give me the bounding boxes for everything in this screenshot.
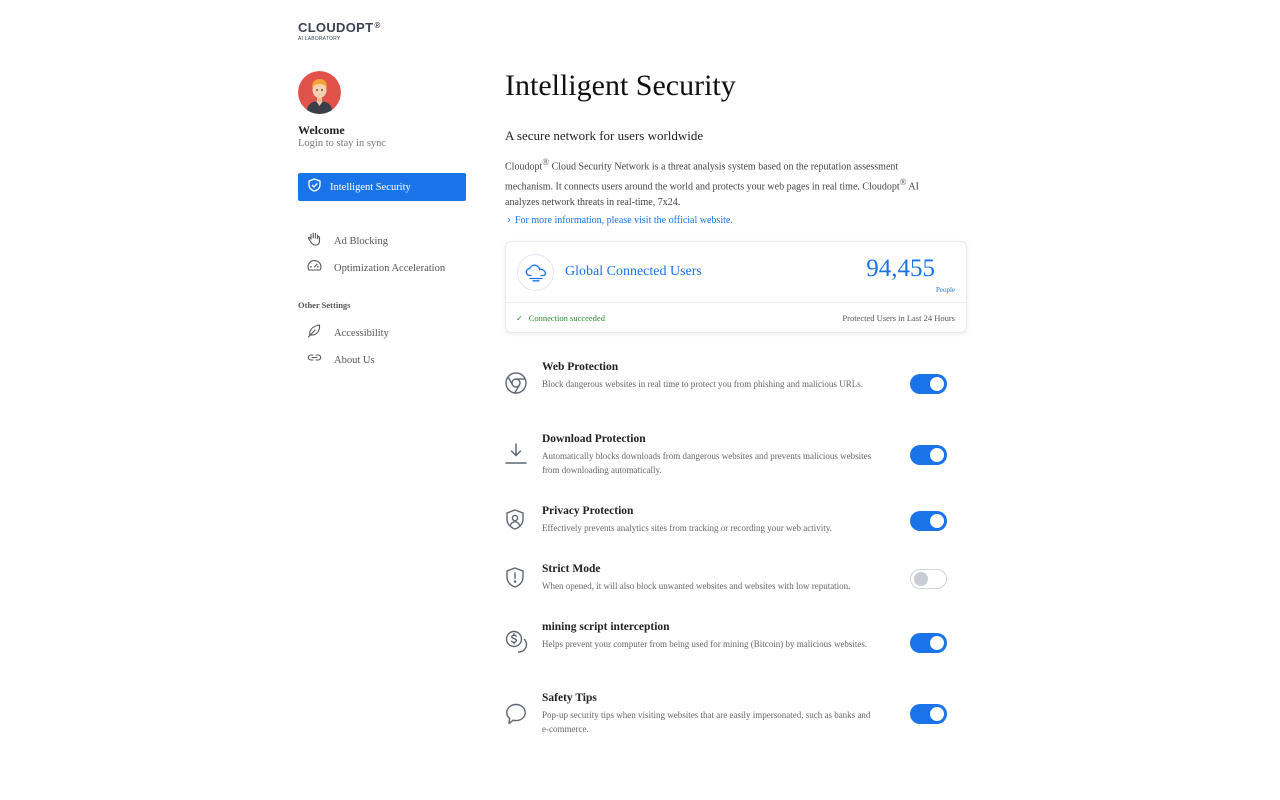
toggle-knob bbox=[930, 377, 944, 391]
toggle-knob bbox=[930, 707, 944, 721]
feature-description: When opened, it will also block unwanted… bbox=[542, 581, 851, 591]
card-footnote: Protected Users in Last 24 Hours bbox=[842, 313, 955, 323]
connection-status-text: Connection succeeded bbox=[528, 313, 605, 323]
toggle-knob bbox=[930, 636, 944, 650]
feature-description: Block dangerous websites in real time to… bbox=[542, 379, 863, 389]
sidebar-item-label: Accessibility bbox=[334, 327, 389, 339]
shield-check-icon bbox=[308, 177, 321, 197]
feature-description: Effectively prevents analytics sites fro… bbox=[542, 523, 832, 533]
connected-users-card: Global Connected Users 94,455 People ✓ C… bbox=[505, 241, 967, 333]
sidebar-item-about-us[interactable]: About Us bbox=[307, 350, 375, 370]
feature-title: Safety Tips bbox=[542, 692, 597, 704]
check-icon: ✓ bbox=[516, 313, 523, 323]
feature-strict-mode: Strict Mode When opened, it will also bl… bbox=[505, 563, 950, 599]
login-prompt[interactable]: Login to stay in sync bbox=[298, 138, 386, 149]
feature-description: Pop-up security tips when visiting websi… bbox=[542, 710, 871, 734]
hand-stop-icon bbox=[307, 231, 322, 251]
safety-tips-toggle[interactable] bbox=[910, 704, 947, 724]
download-icon bbox=[505, 443, 527, 465]
coins-icon bbox=[505, 630, 528, 653]
feature-web-protection: Web Protection Block dangerous websites … bbox=[505, 361, 950, 411]
feature-title: Download Protection bbox=[542, 433, 646, 445]
sidebar-item-optimization-acceleration[interactable]: Optimization Acceleration bbox=[307, 258, 445, 278]
mining-interception-toggle[interactable] bbox=[910, 633, 947, 653]
card-title: Global Connected Users bbox=[565, 264, 702, 279]
user-shield-icon bbox=[505, 509, 527, 531]
brand-logo: CLOUDOPT® AI LABORATORY bbox=[298, 20, 381, 42]
feature-description: Automatically blocks downloads from dang… bbox=[542, 451, 872, 475]
download-protection-toggle[interactable] bbox=[910, 445, 947, 465]
sidebar-item-label: Ad Blocking bbox=[334, 235, 388, 247]
page-title: Intelligent Security bbox=[505, 69, 736, 102]
official-website-link[interactable]: › For more information, please visit the… bbox=[507, 215, 733, 226]
toggle-knob bbox=[930, 514, 944, 528]
sidebar-item-intelligent-security[interactable]: Intelligent Security bbox=[298, 173, 466, 201]
toggle-knob bbox=[930, 448, 944, 462]
card-divider bbox=[506, 302, 966, 303]
feature-title: Privacy Protection bbox=[542, 505, 634, 517]
feature-title: mining script interception bbox=[542, 621, 670, 633]
feature-safety-tips: Safety Tips Pop-up security tips when vi… bbox=[505, 692, 950, 742]
brand-tagline: AI LABORATORY bbox=[298, 36, 341, 42]
sidebar-item-label: Intelligent Security bbox=[330, 181, 411, 193]
feature-mining-script-interception: mining script interception Helps prevent… bbox=[505, 621, 950, 671]
welcome-heading: Welcome bbox=[298, 123, 345, 137]
leaf-icon bbox=[307, 323, 322, 343]
privacy-protection-toggle[interactable] bbox=[910, 511, 947, 531]
speech-bubble-icon bbox=[505, 703, 527, 725]
connected-users-count: 94,455 bbox=[866, 255, 935, 282]
feature-title: Web Protection bbox=[542, 361, 619, 373]
feature-title: Strict Mode bbox=[542, 563, 601, 575]
official-website-link-text: For more information, please visit the o… bbox=[515, 215, 733, 226]
shield-alert-icon bbox=[505, 567, 527, 589]
cloud-icon bbox=[517, 254, 554, 291]
sidebar-item-label: About Us bbox=[334, 354, 375, 366]
web-protection-toggle[interactable] bbox=[910, 374, 947, 394]
section-title-other-settings: Other Settings bbox=[298, 300, 351, 310]
feature-description: Helps prevent your computer from being u… bbox=[542, 639, 868, 649]
count-unit: People bbox=[935, 286, 955, 294]
avatar[interactable] bbox=[298, 71, 341, 114]
toggle-knob bbox=[914, 572, 928, 586]
feature-download-protection: Download Protection Automatically blocks… bbox=[505, 433, 950, 483]
connection-status: ✓ Connection succeeded bbox=[516, 313, 605, 323]
chrome-icon bbox=[505, 372, 527, 394]
sidebar-item-label: Optimization Acceleration bbox=[334, 262, 446, 274]
brand-name: CLOUDOPT® bbox=[298, 20, 381, 35]
page-description: Cloudopt® Cloud Security Network is a th… bbox=[505, 157, 919, 208]
sidebar-item-accessibility[interactable]: Accessibility bbox=[307, 323, 389, 343]
feature-privacy-protection: Privacy Protection Effectively prevents … bbox=[505, 505, 950, 541]
link-icon bbox=[307, 350, 322, 370]
speedometer-icon bbox=[307, 258, 322, 278]
chevron-right-icon: › bbox=[507, 215, 511, 226]
page-subtitle: A secure network for users worldwide bbox=[505, 128, 704, 143]
strict-mode-toggle[interactable] bbox=[910, 569, 947, 589]
sidebar-item-ad-blocking[interactable]: Ad Blocking bbox=[307, 231, 388, 251]
